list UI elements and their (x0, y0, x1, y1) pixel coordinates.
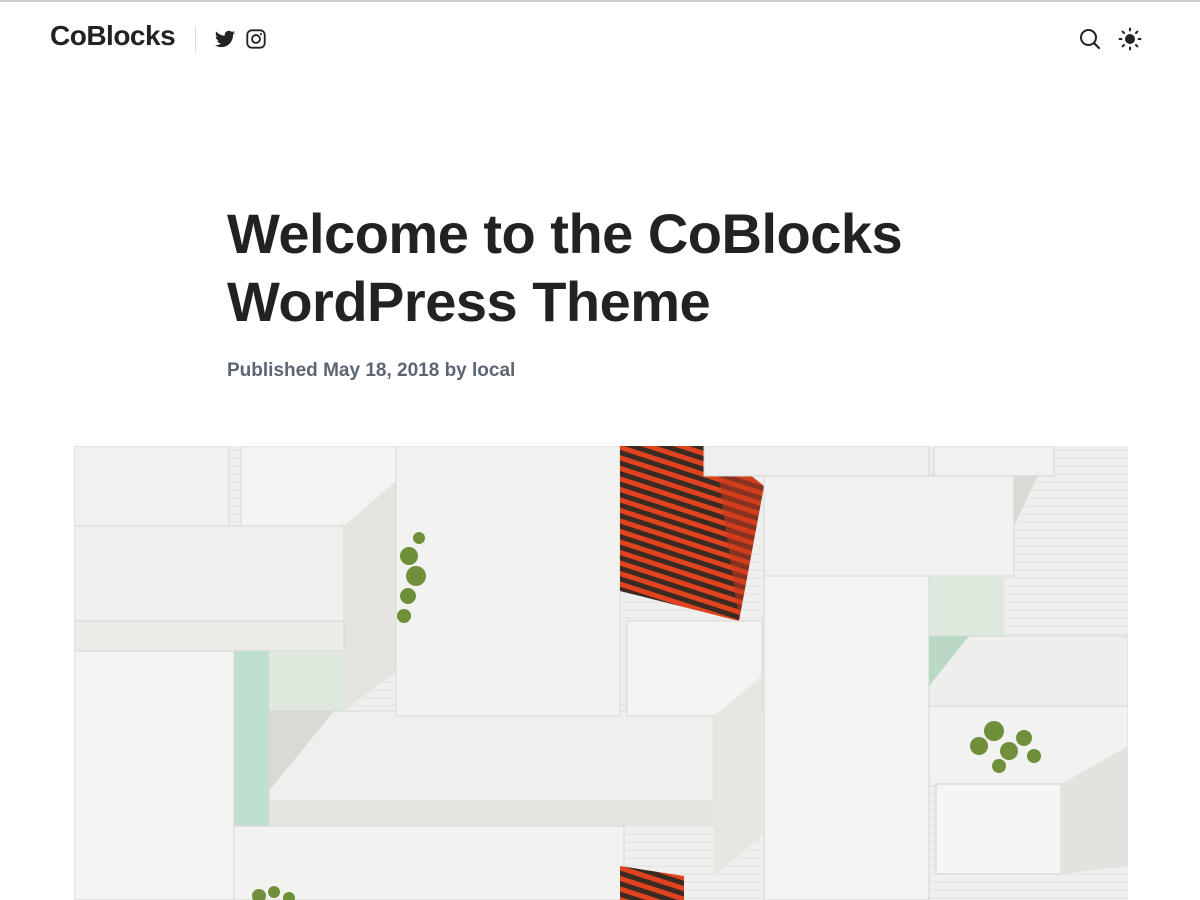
building-facade-image (74, 446, 1128, 900)
sun-icon (1118, 27, 1142, 51)
instagram-icon (246, 29, 266, 49)
post-date-link[interactable]: May 18, 2018 (323, 360, 439, 381)
by-label: by (444, 360, 467, 381)
post-meta: Published May 18, 2018 by local (227, 360, 515, 382)
published-label: Published (227, 360, 318, 381)
site-title-link[interactable]: CoBlocks (50, 20, 176, 52)
search-icon (1080, 29, 1101, 50)
search-button[interactable] (1077, 26, 1103, 52)
twitter-link[interactable] (214, 28, 236, 50)
author-link[interactable]: local (472, 360, 515, 381)
header-divider (195, 26, 196, 52)
theme-toggle-button[interactable] (1117, 26, 1143, 52)
instagram-link[interactable] (245, 28, 267, 50)
featured-image (74, 446, 1128, 900)
site-header: CoBlocks (0, 2, 1200, 76)
twitter-icon (214, 30, 236, 48)
post-title: Welcome to the CoBlocks WordPress Theme (227, 202, 903, 333)
